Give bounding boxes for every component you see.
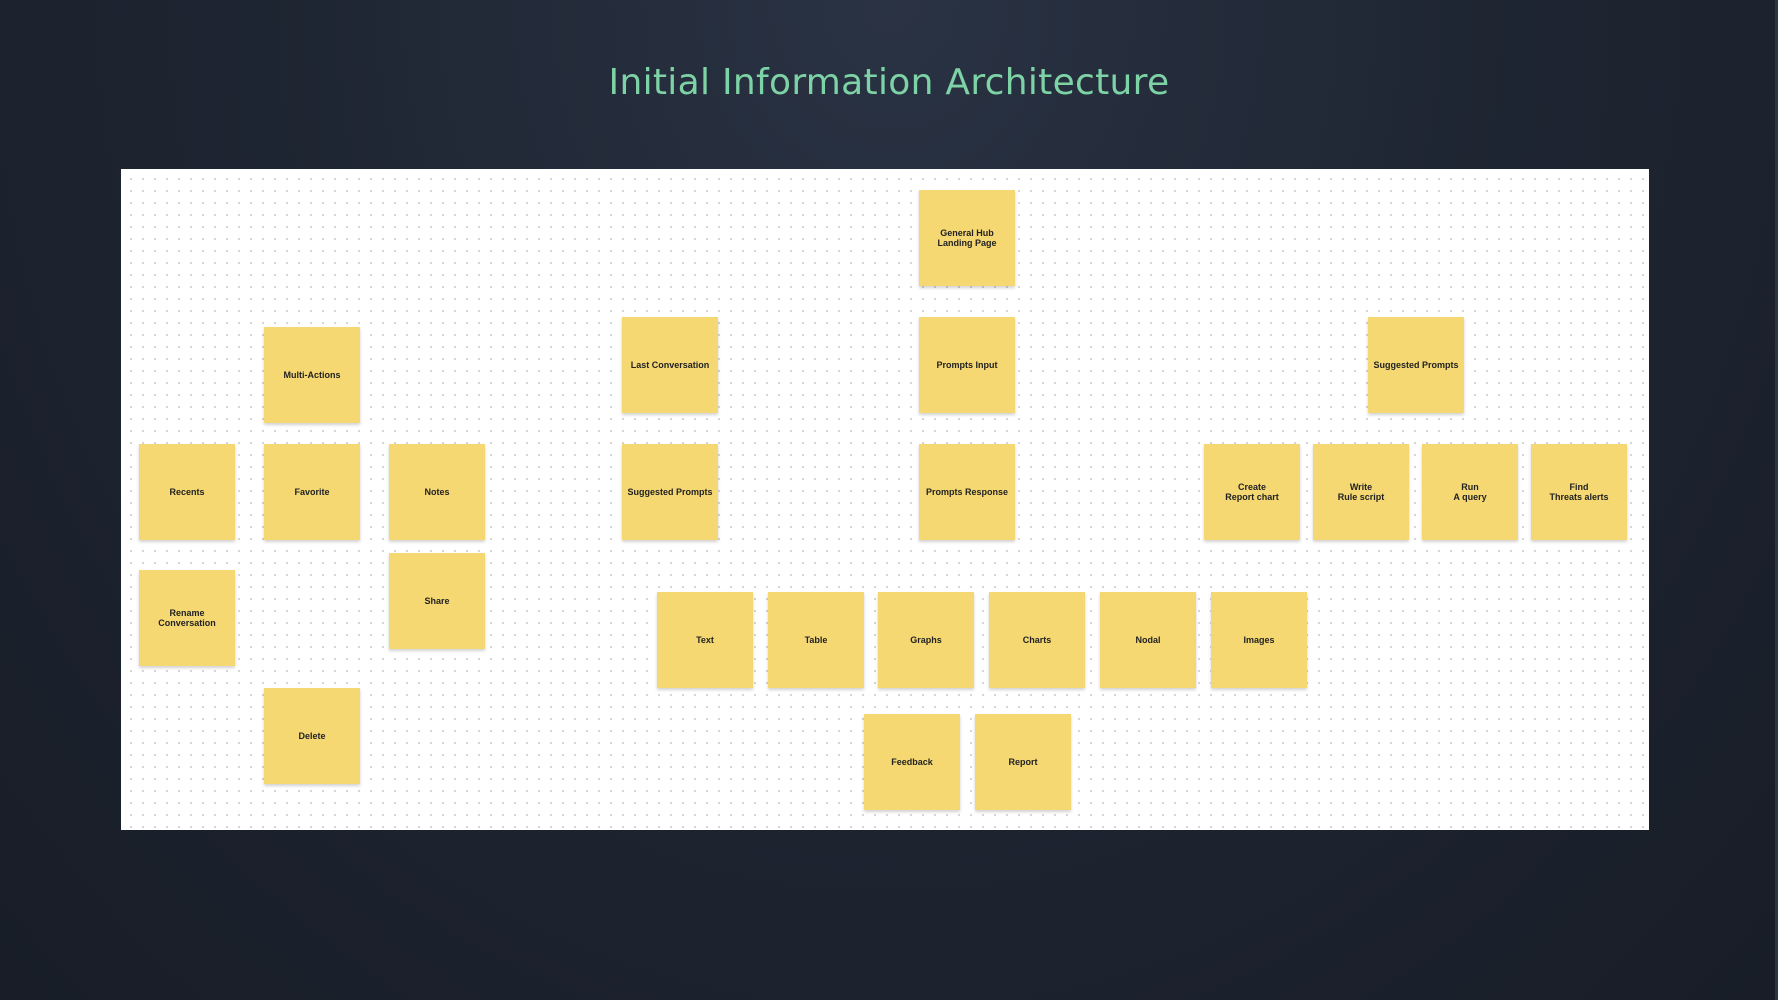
sticky-note-label: Images — [1243, 634, 1275, 645]
sticky-note-label: Rename Conversation — [158, 607, 216, 628]
sticky-note-recents[interactable]: Recents — [139, 444, 235, 540]
sticky-note-graphs[interactable]: Graphs — [878, 592, 974, 688]
sticky-note-find-threats-alerts[interactable]: Find Threats alerts — [1531, 444, 1627, 540]
sticky-note-label: Recents — [169, 486, 205, 497]
sticky-note-label: Last Conversation — [630, 359, 710, 370]
sticky-note-last-conversation[interactable]: Last Conversation — [622, 317, 718, 413]
page-title: Initial Information Architecture — [608, 62, 1170, 103]
sticky-note-label: Delete — [298, 730, 326, 741]
sticky-note-label: Run A query — [1453, 481, 1487, 502]
sticky-note-label: Text — [696, 634, 714, 645]
whiteboard: General Hub Landing Page Multi-Actions L… — [121, 169, 1649, 830]
sticky-note-label: Write Rule script — [1337, 481, 1385, 502]
sticky-note-delete[interactable]: Delete — [264, 688, 360, 784]
sticky-note-label: Find Threats alerts — [1549, 481, 1609, 502]
sticky-note-label: Nodal — [1135, 634, 1161, 645]
sticky-note-label: Feedback — [891, 756, 933, 767]
sticky-note-label: Graphs — [910, 634, 942, 645]
sticky-note-label: Create Report chart — [1225, 481, 1279, 502]
sticky-note-label: Table — [804, 634, 828, 645]
sticky-note-notes[interactable]: Notes — [389, 444, 485, 540]
sticky-note-label: Prompts Response — [925, 486, 1009, 497]
sticky-note-nodal[interactable]: Nodal — [1100, 592, 1196, 688]
sticky-note-images[interactable]: Images — [1211, 592, 1307, 688]
sticky-note-label: Multi-Actions — [283, 369, 341, 380]
sticky-note-charts[interactable]: Charts — [989, 592, 1085, 688]
sticky-note-label: Favorite — [294, 486, 330, 497]
sticky-note-label: General Hub Landing Page — [937, 227, 997, 248]
sticky-note-table[interactable]: Table — [768, 592, 864, 688]
sticky-note-label: Notes — [424, 486, 450, 497]
sticky-note-rename-conversation[interactable]: Rename Conversation — [139, 570, 235, 666]
sticky-note-text[interactable]: Text — [657, 592, 753, 688]
sticky-note-feedback[interactable]: Feedback — [864, 714, 960, 810]
sticky-note-label: Share — [424, 595, 450, 606]
sticky-note-suggested-prompts-left[interactable]: Suggested Prompts — [622, 444, 718, 540]
sticky-note-suggested-prompts-top[interactable]: Suggested Prompts — [1368, 317, 1464, 413]
sticky-note-share[interactable]: Share — [389, 553, 485, 649]
sticky-note-general-hub[interactable]: General Hub Landing Page — [919, 190, 1015, 286]
sticky-note-label: Prompts Input — [936, 359, 998, 370]
sticky-note-prompts-response[interactable]: Prompts Response — [919, 444, 1015, 540]
sticky-note-run-a-query[interactable]: Run A query — [1422, 444, 1518, 540]
sticky-note-label: Report — [1008, 756, 1038, 767]
sticky-note-report[interactable]: Report — [975, 714, 1071, 810]
sticky-note-multi-actions[interactable]: Multi-Actions — [264, 327, 360, 423]
sticky-note-write-rule-script[interactable]: Write Rule script — [1313, 444, 1409, 540]
sticky-note-create-report-chart[interactable]: Create Report chart — [1204, 444, 1300, 540]
sticky-note-label: Suggested Prompts — [1373, 359, 1459, 370]
sticky-note-label: Charts — [1022, 634, 1052, 645]
sticky-note-label: Suggested Prompts — [627, 486, 713, 497]
sticky-note-favorite[interactable]: Favorite — [264, 444, 360, 540]
sticky-note-prompts-input[interactable]: Prompts Input — [919, 317, 1015, 413]
